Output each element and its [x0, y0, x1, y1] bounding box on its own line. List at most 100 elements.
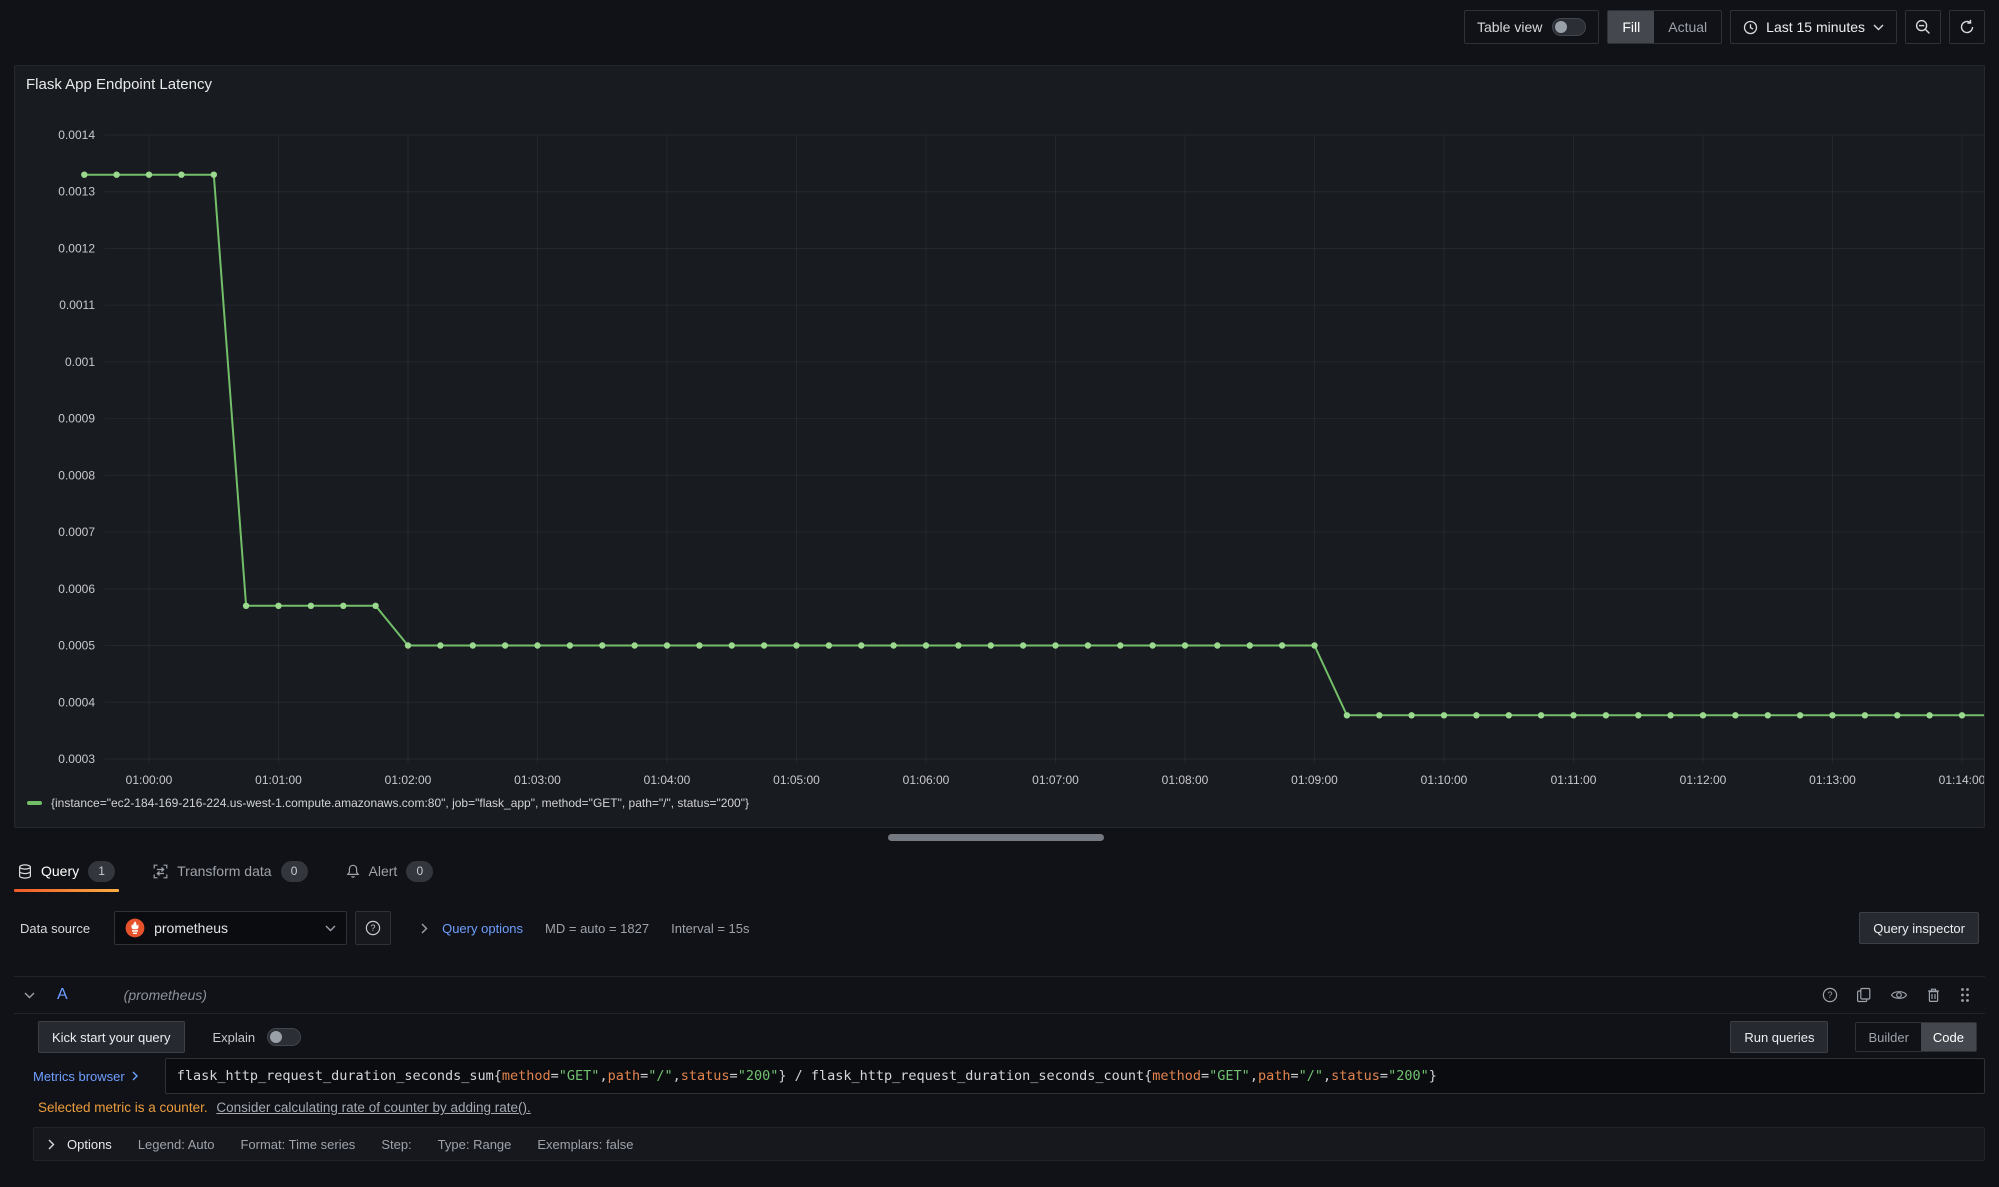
series-point — [1506, 712, 1512, 718]
query-ref-letter[interactable]: A — [57, 986, 68, 1004]
x-tick-label: 01:05:00 — [773, 773, 820, 787]
drag-handle-icon[interactable] — [1959, 987, 1971, 1003]
table-view-toggle[interactable] — [1552, 18, 1586, 36]
query-token: { — [494, 1068, 502, 1084]
y-tick-label: 0.0011 — [59, 298, 95, 312]
y-tick-label: 0.0005 — [58, 639, 95, 653]
series-point — [275, 603, 281, 609]
time-range-picker[interactable]: Last 15 minutes — [1730, 10, 1897, 44]
y-tick-label: 0.0014 — [58, 128, 95, 142]
promql-editor-row: Metrics browser flask_http_request_durat… — [33, 1058, 1985, 1094]
y-tick-label: 0.0012 — [58, 241, 95, 255]
query-token: } — [778, 1068, 786, 1084]
legend-series-label[interactable]: {instance="ec2-184-169-216-224.us-west-1… — [51, 796, 749, 810]
metrics-browser-toggle[interactable]: Metrics browser — [33, 1069, 138, 1084]
x-tick-label: 01:09:00 — [1291, 773, 1338, 787]
code-option[interactable]: Code — [1921, 1023, 1976, 1051]
series-point — [1538, 712, 1544, 718]
y-tick-label: 0.0004 — [58, 695, 95, 709]
series-point — [826, 642, 832, 648]
toggle-knob — [1555, 21, 1567, 33]
query-inspector-button[interactable]: Query inspector — [1859, 912, 1979, 944]
x-tick-label: 01:04:00 — [644, 773, 691, 787]
series-point — [1473, 712, 1479, 718]
series-point — [1020, 642, 1026, 648]
series-point — [1894, 712, 1900, 718]
series-point — [1765, 712, 1771, 718]
transform-icon — [153, 864, 168, 879]
x-tick-label: 01:07:00 — [1032, 773, 1079, 787]
query-token: "200" — [738, 1068, 779, 1084]
query-token: = — [551, 1068, 559, 1084]
series-point — [761, 642, 767, 648]
series-line — [84, 175, 1984, 716]
series-point — [1085, 642, 1091, 648]
query-options-collapsed-bar[interactable]: Options Legend: Auto Format: Time series… — [33, 1127, 1985, 1161]
refresh-button[interactable] — [1949, 10, 1985, 44]
query-token: , — [599, 1068, 607, 1084]
builder-code-switch: Builder Code — [1855, 1022, 1977, 1052]
datasource-help-button[interactable]: ? — [355, 911, 391, 945]
tab-alert[interactable]: Alert 0 — [342, 850, 438, 892]
series-point — [1376, 712, 1382, 718]
query-help-icon[interactable]: ? — [1822, 987, 1838, 1003]
series-point — [308, 603, 314, 609]
tab-query-label: Query — [41, 863, 79, 879]
run-queries-button[interactable]: Run queries — [1730, 1021, 1828, 1053]
tab-transform-label: Transform data — [177, 863, 271, 879]
series-point — [211, 172, 217, 178]
delete-query-trash-icon[interactable] — [1926, 987, 1941, 1003]
series-point — [955, 642, 961, 648]
y-tick-label: 0.0008 — [58, 468, 95, 482]
query-token: method — [1152, 1068, 1201, 1084]
fill-option[interactable]: Fill — [1608, 11, 1654, 43]
query-token: status — [681, 1068, 730, 1084]
query-token: method — [502, 1068, 551, 1084]
series-point — [1344, 712, 1350, 718]
series-point — [858, 642, 864, 648]
query-token: "GET" — [559, 1068, 600, 1084]
query-row-header[interactable]: A (prometheus) ? — [14, 976, 1985, 1014]
options-title: Options — [48, 1137, 112, 1152]
chart-legend: {instance="ec2-184-169-216-224.us-west-1… — [27, 796, 749, 810]
tab-query[interactable]: Query 1 — [14, 850, 119, 892]
duplicate-query-icon[interactable] — [1856, 987, 1872, 1003]
series-point — [1279, 642, 1285, 648]
datasource-picker[interactable]: prometheus — [114, 911, 347, 945]
x-tick-label: 01:14:00 — [1939, 773, 1984, 787]
series-point — [729, 642, 735, 648]
series-point — [696, 642, 702, 648]
series-point — [567, 642, 573, 648]
latency-chart[interactable]: 0.00140.00130.00120.00110.0010.00090.000… — [15, 66, 1984, 792]
chart-canvas: 0.00140.00130.00120.00110.0010.00090.000… — [15, 66, 1984, 792]
series-point — [988, 642, 994, 648]
query-token: = — [1290, 1068, 1298, 1084]
query-token: status — [1331, 1068, 1380, 1084]
zoom-out-button[interactable] — [1905, 10, 1941, 44]
add-rate-link[interactable]: Consider calculating rate of counter by … — [216, 1100, 530, 1115]
series-point — [1311, 642, 1317, 648]
pane-resize-handle[interactable] — [888, 834, 1104, 841]
y-tick-label: 0.001 — [65, 355, 95, 369]
query-token: flask_http_request_duration_seconds_coun… — [811, 1068, 1144, 1084]
refresh-icon — [1959, 19, 1975, 35]
explain-toggle[interactable] — [267, 1028, 301, 1046]
series-point — [405, 642, 411, 648]
builder-option[interactable]: Builder — [1856, 1023, 1920, 1051]
promql-query-input[interactable]: flask_http_request_duration_seconds_sum{… — [165, 1058, 1985, 1094]
series-point — [1149, 642, 1155, 648]
series-point — [1732, 712, 1738, 718]
collapse-chevron-icon[interactable] — [24, 992, 35, 999]
tab-transform[interactable]: Transform data 0 — [149, 850, 311, 892]
kick-start-query-button[interactable]: Kick start your query — [38, 1021, 185, 1053]
y-tick-label: 0.0003 — [58, 752, 95, 766]
hide-response-eye-icon[interactable] — [1890, 988, 1908, 1002]
series-point — [1408, 712, 1414, 718]
x-tick-label: 01:12:00 — [1680, 773, 1727, 787]
query-token: "200" — [1388, 1068, 1429, 1084]
options-exemplars: Exemplars: false — [537, 1137, 633, 1152]
warning-text: Selected metric is a counter. — [38, 1100, 208, 1115]
query-options-toggle[interactable]: Query options — [421, 921, 523, 936]
tab-transform-count: 0 — [281, 861, 308, 882]
actual-option[interactable]: Actual — [1654, 11, 1721, 43]
